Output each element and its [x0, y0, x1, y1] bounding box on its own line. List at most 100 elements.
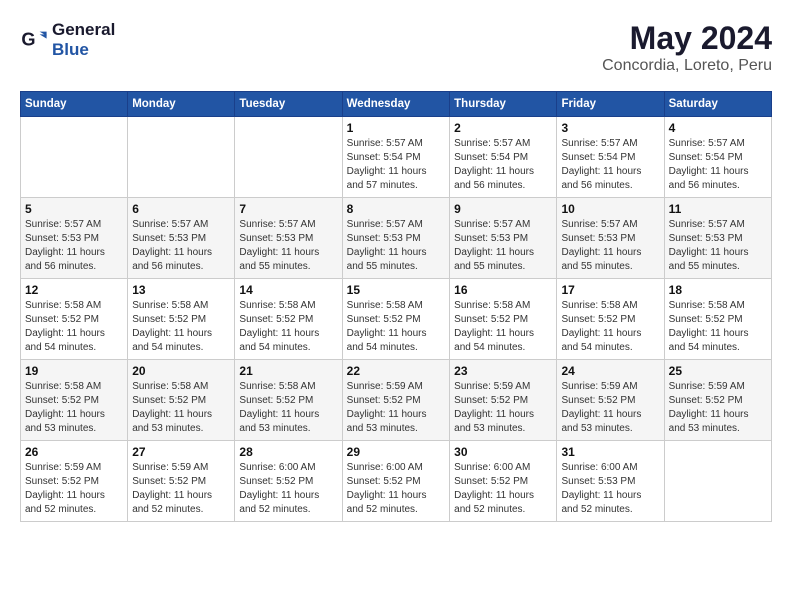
day-number: 26 [25, 445, 123, 459]
day-number: 8 [347, 202, 446, 216]
weekday-header: Friday [557, 92, 664, 117]
day-number: 17 [561, 283, 659, 297]
day-number: 28 [239, 445, 337, 459]
calendar-day-cell: 14 Sunrise: 5:58 AMSunset: 5:52 PMDayligh… [235, 279, 342, 360]
day-number: 29 [347, 445, 446, 459]
calendar-day-cell: 29 Sunrise: 6:00 AMSunset: 5:52 PMDayligh… [342, 441, 450, 522]
calendar-day-cell: 4Sunrise: 5:57 AMSunset: 5:54 PMDaylight… [664, 117, 771, 198]
calendar-day-cell [128, 117, 235, 198]
calendar-day-cell: 15Sunrise: 5:58 AMSunset: 5:52 PMDayligh… [342, 279, 450, 360]
day-info: Sunrise: 5:57 AMSunset: 5:54 PMDaylight:… [347, 137, 446, 193]
calendar-day-cell: 21 Sunrise: 5:58 AMSunset: 5:52 PMDayligh… [235, 360, 342, 441]
day-info: Sunrise: 6:00 AMSunset: 5:52 PMDaylight:… [239, 461, 337, 517]
calendar-day-cell: 17 Sunrise: 5:58 AMSunset: 5:52 PMDayligh… [557, 279, 664, 360]
calendar-day-cell: 7Sunrise: 5:57 AMSunset: 5:53 PMDaylight… [235, 198, 342, 279]
day-info: Sunrise: 5:58 AMSunset: 5:52 PMDaylight:… [239, 299, 337, 355]
calendar-week-row: 5 Sunrise: 5:57 AMSunset: 5:53 PMDaylight… [21, 198, 772, 279]
day-info: Sunrise: 5:57 AMSunset: 5:53 PMDaylight:… [239, 218, 337, 274]
day-info: Sunrise: 5:58 AMSunset: 5:52 PMDaylight:… [25, 380, 123, 436]
calendar-day-cell [21, 117, 128, 198]
day-info: Sunrise: 5:59 AMSunset: 5:52 PMDaylight:… [25, 461, 123, 517]
calendar-day-cell: 30 Sunrise: 6:00 AMSunset: 5:52 PMDayligh… [450, 441, 557, 522]
calendar-day-cell: 10 Sunrise: 5:57 AMSunset: 5:53 PMDayligh… [557, 198, 664, 279]
logo: G General Blue [20, 20, 115, 59]
logo-icon: G [20, 26, 48, 54]
day-number: 1 [347, 121, 446, 135]
day-number: 16 [454, 283, 552, 297]
calendar-day-cell: 19 Sunrise: 5:58 AMSunset: 5:52 PMDayligh… [21, 360, 128, 441]
calendar-week-row: 19 Sunrise: 5:58 AMSunset: 5:52 PMDayligh… [21, 360, 772, 441]
calendar-day-cell: 18 Sunrise: 5:58 AMSunset: 5:52 PMDayligh… [664, 279, 771, 360]
logo-line1: General [52, 20, 115, 40]
day-number: 10 [561, 202, 659, 216]
day-info: Sunrise: 5:57 AMSunset: 5:54 PMDaylight:… [454, 137, 552, 193]
day-number: 22 [347, 364, 446, 378]
day-number: 25 [669, 364, 767, 378]
main-title: May 2024 [602, 20, 772, 57]
day-number: 31 [561, 445, 659, 459]
calendar-table: SundayMondayTuesdayWednesdayThursdayFrid… [20, 91, 772, 522]
weekday-header: Thursday [450, 92, 557, 117]
day-number: 19 [25, 364, 123, 378]
calendar-day-cell: 27Sunrise: 5:59 AMSunset: 5:52 PMDayligh… [128, 441, 235, 522]
calendar-day-cell: 2 Sunrise: 5:57 AMSunset: 5:54 PMDaylight… [450, 117, 557, 198]
day-info: Sunrise: 5:59 AMSunset: 5:52 PMDaylight:… [561, 380, 659, 436]
weekday-header: Monday [128, 92, 235, 117]
day-info: Sunrise: 5:58 AMSunset: 5:52 PMDaylight:… [25, 299, 123, 355]
calendar-day-cell: 16Sunrise: 5:58 AMSunset: 5:52 PMDayligh… [450, 279, 557, 360]
calendar-day-cell: 20Sunrise: 5:58 AMSunset: 5:52 PMDayligh… [128, 360, 235, 441]
calendar-day-cell: 5 Sunrise: 5:57 AMSunset: 5:53 PMDaylight… [21, 198, 128, 279]
day-info: Sunrise: 6:00 AMSunset: 5:52 PMDaylight:… [454, 461, 552, 517]
day-number: 18 [669, 283, 767, 297]
day-number: 11 [669, 202, 767, 216]
logo-line2: Blue [52, 40, 115, 60]
day-number: 23 [454, 364, 552, 378]
calendar-day-cell: 13Sunrise: 5:58 AMSunset: 5:52 PMDayligh… [128, 279, 235, 360]
day-info: Sunrise: 5:57 AMSunset: 5:53 PMDaylight:… [561, 218, 659, 274]
calendar-day-cell: 25Sunrise: 5:59 AMSunset: 5:52 PMDayligh… [664, 360, 771, 441]
weekday-header: Wednesday [342, 92, 450, 117]
day-number: 3 [561, 121, 659, 135]
subtitle: Concordia, Loreto, Peru [602, 57, 772, 75]
day-info: Sunrise: 5:57 AMSunset: 5:53 PMDaylight:… [347, 218, 446, 274]
day-number: 9 [454, 202, 552, 216]
header: G General Blue May 2024 Concordia, Loret… [20, 20, 772, 75]
day-info: Sunrise: 5:57 AMSunset: 5:54 PMDaylight:… [561, 137, 659, 193]
calendar-day-cell: 1 Sunrise: 5:57 AMSunset: 5:54 PMDaylight… [342, 117, 450, 198]
calendar-week-row: 12 Sunrise: 5:58 AMSunset: 5:52 PMDayligh… [21, 279, 772, 360]
day-info: Sunrise: 5:57 AMSunset: 5:54 PMDaylight:… [669, 137, 767, 193]
weekday-header: Saturday [664, 92, 771, 117]
day-info: Sunrise: 6:00 AMSunset: 5:52 PMDaylight:… [347, 461, 446, 517]
day-number: 5 [25, 202, 123, 216]
day-number: 12 [25, 283, 123, 297]
day-info: Sunrise: 5:58 AMSunset: 5:52 PMDaylight:… [239, 380, 337, 436]
day-info: Sunrise: 5:57 AMSunset: 5:53 PMDaylight:… [454, 218, 552, 274]
calendar-day-cell: 28 Sunrise: 6:00 AMSunset: 5:52 PMDayligh… [235, 441, 342, 522]
day-info: Sunrise: 6:00 AMSunset: 5:53 PMDaylight:… [561, 461, 659, 517]
calendar-day-cell: 8 Sunrise: 5:57 AMSunset: 5:53 PMDaylight… [342, 198, 450, 279]
day-number: 2 [454, 121, 552, 135]
calendar-day-cell [235, 117, 342, 198]
calendar-day-cell: 11 Sunrise: 5:57 AMSunset: 5:53 PMDayligh… [664, 198, 771, 279]
calendar-day-cell: 12 Sunrise: 5:58 AMSunset: 5:52 PMDayligh… [21, 279, 128, 360]
day-info: Sunrise: 5:57 AMSunset: 5:53 PMDaylight:… [669, 218, 767, 274]
day-info: Sunrise: 5:57 AMSunset: 5:53 PMDaylight:… [132, 218, 230, 274]
calendar-day-cell: 23Sunrise: 5:59 AMSunset: 5:52 PMDayligh… [450, 360, 557, 441]
day-number: 24 [561, 364, 659, 378]
weekday-header: Tuesday [235, 92, 342, 117]
day-number: 14 [239, 283, 337, 297]
day-number: 21 [239, 364, 337, 378]
day-number: 27 [132, 445, 230, 459]
title-block: May 2024 Concordia, Loreto, Peru [602, 20, 772, 75]
day-number: 30 [454, 445, 552, 459]
calendar-day-cell: 22 Sunrise: 5:59 AMSunset: 5:52 PMDayligh… [342, 360, 450, 441]
weekday-header: Sunday [21, 92, 128, 117]
calendar-day-cell [664, 441, 771, 522]
day-number: 20 [132, 364, 230, 378]
day-info: Sunrise: 5:59 AMSunset: 5:52 PMDaylight:… [347, 380, 446, 436]
day-info: Sunrise: 5:57 AMSunset: 5:53 PMDaylight:… [25, 218, 123, 274]
day-number: 13 [132, 283, 230, 297]
day-info: Sunrise: 5:58 AMSunset: 5:52 PMDaylight:… [561, 299, 659, 355]
calendar-week-row: 26 Sunrise: 5:59 AMSunset: 5:52 PMDayligh… [21, 441, 772, 522]
day-info: Sunrise: 5:58 AMSunset: 5:52 PMDaylight:… [669, 299, 767, 355]
